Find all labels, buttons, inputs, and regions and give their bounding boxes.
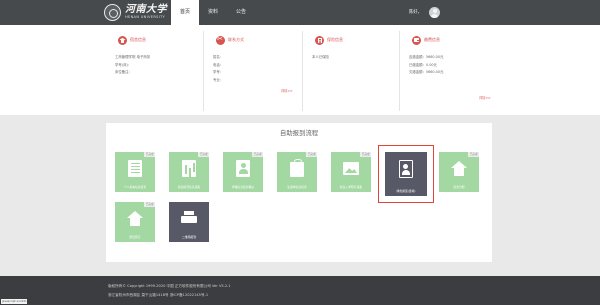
page: 河南大学 HENAN UNIVERSITY 首页 资料 公告 陈好， 宿舍信息 … [0, 0, 600, 305]
person-card-icon [236, 160, 250, 177]
dorm-info-title: 宿舍信息 [130, 37, 146, 42]
contact-details-link[interactable]: 详情>> [281, 88, 293, 93]
dorm-line: 工商管理学院-电子商务 [115, 55, 151, 59]
contact-info-card: 联系方式 姓名： 电话： 学号： 专业： 详情>> [203, 31, 299, 111]
bag-icon [290, 159, 304, 177]
registration-flow-panel: 自助报到流程 已完成 个人基本信息核查 已完成 家庭情况信息采集 已完成 学籍信… [106, 123, 492, 262]
tile-label: 二维码报到 [182, 235, 196, 239]
payment-line: 欠缴金额：5660.00元 [409, 70, 444, 75]
tile-label: 生源地信息核查 [287, 185, 307, 189]
dorm-line: 床位备注： [115, 70, 132, 75]
user-avatar-icon[interactable] [429, 7, 440, 18]
footer: 版权所有© Copyright 1999-2020 中国 正方软件股份有限公司 … [0, 276, 600, 305]
top-bar: 河南大学 HENAN UNIVERSITY 首页 资料 公告 陈好， [0, 0, 600, 25]
home-icon [127, 211, 143, 226]
nav-home[interactable]: 首页 [171, 0, 199, 25]
selected-step-highlight [378, 145, 434, 203]
tile-status-badge: 已完成 [144, 202, 155, 207]
tile-label: 个人基本信息核查 [123, 185, 147, 189]
tile-status-badge: 已完成 [360, 152, 371, 157]
flow-tile-bed-booking[interactable]: 已完成 床位预订 [115, 202, 155, 242]
flow-tile-dorm-assign[interactable]: 已完成 宿舍分配 [439, 152, 479, 192]
university-seal-icon [104, 4, 121, 21]
flow-tile-origin-check[interactable]: 已完成 生源地信息核查 [277, 152, 317, 192]
dorm-info-card: 宿舍信息 工商管理学院-电子商务 学号(床)： 床位备注： [106, 31, 202, 111]
contact-line: 学号： [213, 70, 224, 75]
contact-line: 电话： [213, 62, 224, 67]
nav-documents[interactable]: 资料 [199, 0, 227, 25]
tile-status-badge: 已完成 [468, 152, 479, 157]
copyright-text: 版权所有© Copyright 1999-2020 中国 正方软件股份有限公司 … [108, 284, 231, 288]
payment-line: 已缴金额：0.00元 [409, 62, 437, 67]
tile-status-badge: 已完成 [198, 152, 209, 157]
document-icon [128, 160, 142, 177]
payment-info-card: 缴费信息 应缴金额：5660.00元 已缴金额：0.00元 欠缴金额：5660.… [399, 31, 495, 111]
printer-icon [181, 211, 197, 226]
tile-label: 家庭情况信息采集 [177, 185, 201, 189]
nav-announcements[interactable]: 公告 [227, 0, 255, 25]
tile-status-badge: 已完成 [144, 152, 155, 157]
photo-icon [343, 162, 359, 175]
payment-line: 应缴金额：5660.00元 [409, 55, 444, 59]
contact-info-title: 联系方式 [228, 37, 244, 42]
contact-line: 姓名： [213, 55, 224, 59]
flow-title: 自助报到流程 [279, 129, 319, 137]
contact-line: 专业： [213, 77, 224, 82]
home-icon [451, 161, 467, 176]
info-summary: 宿舍信息 工商管理学院-电子商务 学号(床)： 床位备注： 联系方式 姓名： 电… [0, 25, 600, 115]
logo-english-name: HENAN UNIVERSITY [125, 15, 166, 20]
logo-chinese-name: 河南大学 [125, 4, 167, 16]
status-bar-url: javascript:void(0) [1, 299, 28, 304]
bar-chart-icon [182, 160, 196, 177]
university-logo[interactable]: 河南大学 HENAN UNIVERSITY [104, 3, 167, 22]
wallet-icon [412, 35, 421, 45]
tile-label: 床位预订 [129, 235, 141, 239]
main-nav: 首页 资料 公告 [171, 0, 255, 25]
tile-label: 宿舍分配 [453, 185, 465, 189]
tile-label: 学籍信息核对确认 [231, 185, 255, 189]
scissors-icon [216, 35, 225, 45]
flow-tile-qr-checkin[interactable]: 二维码报到 [169, 202, 209, 242]
user-greeting[interactable]: 陈好， [409, 0, 422, 25]
insurance-info-title: 保险信息 [327, 37, 343, 42]
tile-status-badge: 已完成 [252, 152, 263, 157]
tile-label: 新生入学照片采集 [339, 185, 363, 189]
graduation-cap-icon [118, 35, 127, 45]
flow-tile-family-info[interactable]: 已完成 家庭情况信息采集 [169, 152, 209, 192]
address-text: 浙江省杭州市西湖区 莫干山路1418号 浙ICP备12022145号-1 [108, 293, 209, 297]
insurance-line: 本人已保险 [312, 55, 329, 59]
flow-tile-photo[interactable]: 已完成 新生入学照片采集 [331, 152, 371, 192]
flow-tile-status-check[interactable]: 已完成 学籍信息核对确认 [223, 152, 263, 192]
tile-status-badge: 已完成 [306, 152, 317, 157]
flow-tile-basic-info[interactable]: 已完成 个人基本信息核查 [115, 152, 155, 192]
building-icon [315, 35, 324, 45]
payment-details-link[interactable]: 详情>> [479, 95, 491, 100]
dorm-line: 学号(床)： [115, 62, 132, 67]
insurance-info-card: 保险信息 本人已保险 [302, 31, 398, 111]
payment-info-title: 缴费信息 [424, 37, 440, 42]
